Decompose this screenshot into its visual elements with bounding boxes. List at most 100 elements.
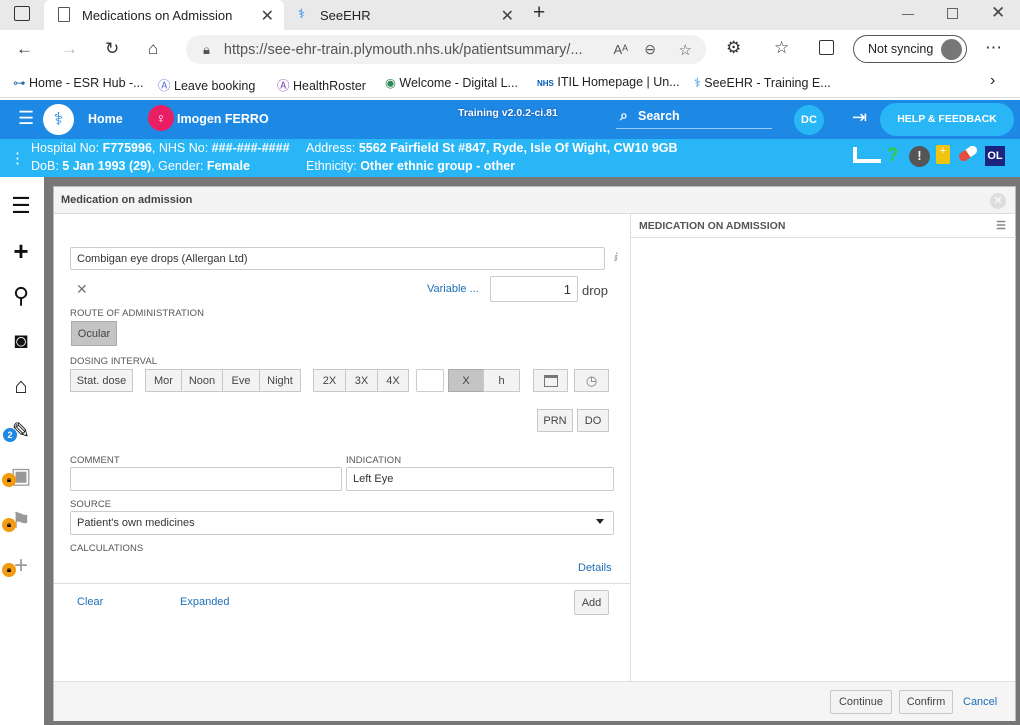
house-medical-icon[interactable]: ⌂ — [8, 373, 34, 399]
medication-value: Combigan eye drops (Allergan Ltd) — [77, 252, 248, 265]
indication-input[interactable]: Left Eye — [346, 467, 614, 491]
patient-ethnicity: Ethnicity: Other ethnic group - other — [306, 159, 515, 173]
tab-title: SeeEHR — [320, 7, 371, 23]
address-bar[interactable]: 🔒︎ https://see-ehr-train.plymouth.nhs.uk… — [186, 35, 706, 64]
hospital-no: F775996 — [102, 141, 152, 155]
patient-name[interactable]: Imogen FERRO — [177, 112, 269, 126]
favorites-more-icon[interactable]: › — [990, 72, 995, 90]
nhs-no-label: , NHS No: — [151, 141, 212, 155]
more-menu-icon[interactable]: ⋯ — [985, 38, 1002, 58]
home-link[interactable]: Home — [88, 112, 123, 126]
favorite-welcome-digital[interactable]: ◉ Welcome - Digital L... — [385, 75, 518, 90]
user-avatar[interactable]: DC — [794, 105, 824, 135]
times-button[interactable]: X — [448, 369, 484, 392]
do-button[interactable]: DO — [577, 409, 609, 432]
close-tab-icon[interactable]: ✕ — [261, 6, 274, 26]
home-icon[interactable]: ⌂ — [148, 39, 158, 59]
user-badge[interactable]: OL — [985, 146, 1005, 166]
favorite-add-icon[interactable]: ☆ — [679, 41, 692, 59]
add-button[interactable]: Add — [574, 590, 609, 615]
favorites-icon[interactable]: ☆ — [774, 38, 789, 58]
stat-dose-button[interactable]: Stat. dose — [70, 369, 133, 392]
page-icon — [58, 7, 70, 22]
panel-menu-icon[interactable]: ☰ — [996, 219, 1006, 232]
calendar-icon — [543, 374, 558, 387]
forward-icon[interactable]: → — [61, 39, 78, 59]
help-feedback-button[interactable]: HELP & FEEDBACK — [880, 103, 1014, 136]
morning-button[interactable]: Mor — [145, 369, 182, 392]
lock-icon: 🔒︎ — [2, 563, 16, 577]
noon-button[interactable]: Noon — [181, 369, 223, 392]
menu-icon[interactable]: ☰ — [18, 108, 34, 129]
info-icon[interactable]: ⅈ — [614, 251, 618, 264]
modal-title: Medication on admission — [54, 187, 1015, 214]
refresh-icon[interactable]: ↻ — [105, 39, 119, 59]
hours-button[interactable]: h — [483, 369, 520, 392]
tab-medications[interactable]: Medications on Admission ✕ — [44, 0, 284, 30]
read-aloud-icon[interactable]: Aᴬ — [613, 42, 628, 57]
back-icon[interactable]: ← — [16, 39, 33, 59]
minimize-icon[interactable] — [902, 14, 914, 15]
favorite-leave-booking[interactable]: Ⓐ Leave booking — [158, 75, 255, 94]
favorite-seeehr-training[interactable]: ⚕ SeeEHR - Training E... — [694, 75, 831, 90]
chevron-down-icon — [596, 519, 604, 524]
favorite-label: Leave booking — [174, 79, 256, 93]
zoom-icon[interactable]: ⊖ — [644, 41, 656, 58]
camera-icon[interactable]: ◙ — [8, 328, 34, 354]
calendar-button[interactable] — [533, 369, 568, 392]
search-box[interactable]: ⌕ Search — [616, 106, 772, 129]
collections-icon[interactable] — [819, 40, 834, 55]
clear-link[interactable]: Clear — [77, 596, 103, 608]
cancel-link[interactable]: Cancel — [963, 696, 997, 708]
tab-seeehr[interactable]: ⚕ SeeEHR ✕ — [286, 0, 524, 30]
dose-input[interactable]: 1 — [490, 276, 578, 302]
new-tab-icon[interactable]: + — [533, 1, 545, 25]
night-button[interactable]: Night — [259, 369, 301, 392]
extensions-icon[interactable]: ⚙ — [726, 38, 741, 58]
button-label: PRN — [543, 414, 567, 427]
close-window-icon[interactable]: ✕ — [991, 3, 1005, 23]
comment-input[interactable] — [70, 467, 342, 491]
prn-button[interactable]: PRN — [537, 409, 573, 432]
continue-button[interactable]: Continue — [830, 690, 892, 714]
patient-dob: DoB: 5 Jan 1993 (29), Gender: Female — [31, 159, 250, 173]
four-times-button[interactable]: 4X — [377, 369, 409, 392]
remove-medication-icon[interactable]: ✕ — [76, 281, 88, 298]
clipboard-icon[interactable]: + — [936, 145, 950, 164]
stethoscope-icon[interactable]: ⚲ — [8, 283, 34, 309]
favorite-esr-hub[interactable]: ⊶ Home - ESR Hub -... — [13, 75, 144, 90]
source-select[interactable]: Patient's own medicines — [70, 511, 614, 535]
twice-daily-button[interactable]: 2X — [313, 369, 346, 392]
evening-button[interactable]: Eve — [222, 369, 260, 392]
digital-icon: ◉ — [385, 76, 396, 90]
schedule-button[interactable]: ◷ — [574, 369, 609, 392]
pill-icon[interactable] — [957, 144, 979, 163]
details-link[interactable]: Details — [578, 562, 612, 574]
medication-input[interactable]: Combigan eye drops (Allergan Ltd) — [70, 247, 605, 270]
interval-count-input[interactable] — [416, 369, 444, 392]
confirm-button[interactable]: Confirm — [899, 690, 953, 714]
close-tab-icon[interactable]: ✕ — [501, 6, 514, 26]
bed-icon[interactable] — [853, 147, 881, 163]
expanded-link[interactable]: Expanded — [180, 596, 230, 608]
modal-close-icon[interactable]: ✕ — [990, 193, 1006, 209]
route-ocular-button[interactable]: Ocular — [71, 321, 117, 346]
list-icon[interactable]: ☰ — [8, 193, 34, 219]
question-icon[interactable]: ? — [887, 145, 899, 167]
button-label: 3X — [354, 374, 369, 387]
tab-actions-icon[interactable] — [14, 6, 30, 21]
favorite-label: Home - ESR Hub -... — [28, 76, 144, 90]
add-icon[interactable]: + — [8, 238, 34, 264]
logout-icon[interactable]: ⇥ — [852, 107, 867, 128]
lock-icon: 🔒︎ — [203, 41, 210, 57]
favorite-itil[interactable]: NHS ITIL Homepage | Un... — [537, 75, 680, 89]
three-times-button[interactable]: 3X — [345, 369, 378, 392]
alert-icon[interactable]: ! — [909, 146, 930, 167]
banner-menu-icon[interactable]: ⋮ — [10, 149, 25, 167]
favorite-healthroster[interactable]: Ⓐ HealthRoster — [277, 75, 366, 94]
variable-link[interactable]: Variable ... — [427, 283, 479, 295]
roster-icon: Ⓐ — [277, 79, 290, 93]
restore-icon[interactable] — [947, 8, 958, 19]
sync-button[interactable]: Not syncing — [853, 35, 967, 63]
url-text: https://see-ehr-train.plymouth.nhs.uk/pa… — [223, 41, 583, 58]
